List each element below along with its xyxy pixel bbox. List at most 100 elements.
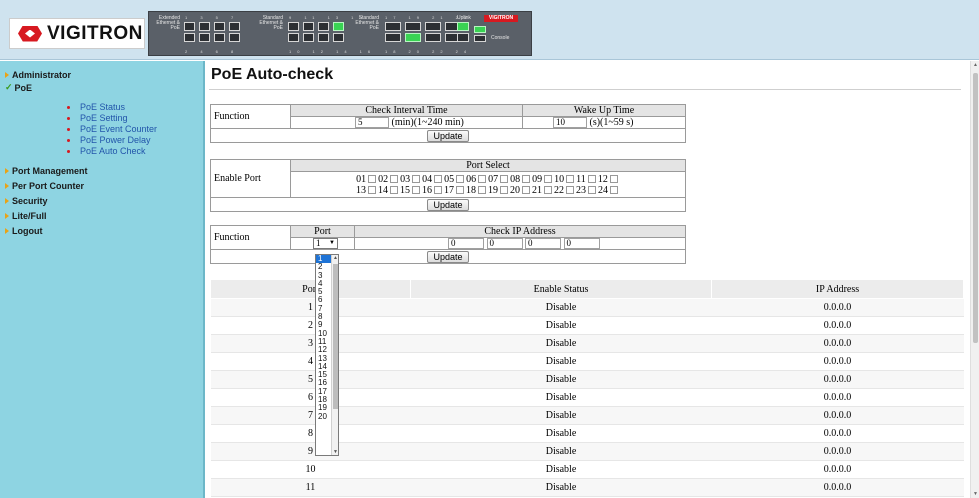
- bullet-icon: [67, 116, 70, 120]
- sidebar-subitem-poe-auto-check[interactable]: PoE Auto Check: [67, 146, 146, 156]
- arrow-icon: [5, 213, 9, 219]
- table-cell-ip: 0.0.0.0: [711, 298, 964, 317]
- sidebar-subitem-poe-event-counter[interactable]: PoE Event Counter: [67, 124, 157, 134]
- port-number-label: 10: [554, 173, 565, 185]
- scroll-up-icon[interactable]: ▲: [971, 62, 979, 68]
- port-checkbox[interactable]: [390, 174, 399, 183]
- panel-label-extended: Extended Ethernet & PoE: [156, 15, 180, 31]
- table-cell-ip: 0.0.0.0: [711, 334, 964, 353]
- table-cell-status: Disable: [410, 424, 712, 443]
- ip-octet-1-input[interactable]: 0: [448, 238, 484, 250]
- port-checkbox[interactable]: [544, 174, 553, 183]
- ip-octet-2-input[interactable]: 0: [486, 238, 523, 250]
- port-checkbox[interactable]: [587, 174, 596, 183]
- port-number-label: 17: [444, 184, 454, 196]
- table-cell-ip: 0.0.0.0: [711, 316, 964, 335]
- standard-port-group-2: [385, 22, 463, 42]
- scroll-up-icon[interactable]: ▲: [332, 255, 339, 261]
- port-checkbox[interactable]: [566, 174, 575, 183]
- table-row: 11 Disable 0.0.0.0: [210, 478, 964, 497]
- port-number-label: 04: [422, 173, 433, 185]
- port-led: [214, 22, 225, 31]
- interval-function-label: Function: [210, 103, 291, 130]
- port-number-label: 23: [576, 184, 586, 196]
- port-led: [214, 33, 225, 42]
- scroll-down-icon[interactable]: ▼: [332, 449, 339, 455]
- port-led: [184, 22, 195, 31]
- port-checkbox[interactable]: [566, 185, 574, 194]
- port-led: [405, 22, 421, 31]
- table-cell-port: 6: [210, 388, 411, 407]
- sidebar-item-security[interactable]: Security: [5, 196, 48, 206]
- port-checkbox[interactable]: [544, 185, 552, 194]
- ip-update-button[interactable]: Update: [427, 250, 469, 263]
- sidebar-subitem-poe-setting[interactable]: PoE Setting: [67, 113, 128, 123]
- page-scrollbar[interactable]: ▲ ▼: [970, 61, 979, 498]
- sidebar-item-port-management[interactable]: Port Management: [5, 166, 88, 176]
- sidebar-item-logout[interactable]: Logout: [5, 226, 43, 236]
- port-checkbox[interactable]: [456, 174, 465, 183]
- sidebar-item-poe[interactable]: ✓ PoE: [5, 82, 32, 93]
- port-led-active: [405, 33, 421, 42]
- port-checkbox[interactable]: [368, 185, 376, 194]
- switch-front-panel: Extended Ethernet & PoE 1 3 5 7 2 4 6 8 …: [148, 11, 532, 56]
- dropdown-scrollbar[interactable]: ▲ ▼: [331, 255, 338, 455]
- table-cell-port: 4: [210, 352, 411, 371]
- port-checkbox[interactable]: [412, 174, 421, 183]
- port-checkbox[interactable]: [434, 185, 442, 194]
- sidebar-item-per-port-counter[interactable]: Per Port Counter: [5, 181, 84, 191]
- port-dropdown-list[interactable]: 1 2 3 4 5 6 7 8 9 10 11 12 13 14 15 16 17 18 19 20 ▲ ▼: [315, 254, 339, 456]
- enable-update-button[interactable]: Update: [427, 198, 469, 211]
- port-checkbox[interactable]: [412, 185, 420, 194]
- sidebar-subitem-poe-status[interactable]: PoE Status: [67, 102, 125, 112]
- table-cell-status: Disable: [410, 478, 712, 497]
- table-cell-status: Disable: [410, 298, 712, 317]
- table-cell-status: Disable: [410, 370, 712, 389]
- ip-function-label: Function: [210, 224, 291, 251]
- scroll-thumb[interactable]: [973, 73, 978, 343]
- sidebar-item-label: Security: [12, 196, 48, 206]
- scroll-down-icon[interactable]: ▼: [971, 491, 979, 497]
- port-led-active: [457, 22, 469, 31]
- scroll-thumb[interactable]: [333, 264, 338, 409]
- table-cell-port: 3: [210, 334, 411, 353]
- port-checkbox[interactable]: [456, 185, 464, 194]
- interval-input[interactable]: 5: [355, 117, 389, 129]
- port-checkbox[interactable]: [500, 185, 508, 194]
- port-number-label: 21: [532, 184, 542, 196]
- port-checkbox[interactable]: [522, 174, 531, 183]
- sidebar-item-lite-full[interactable]: Lite/Full: [5, 211, 47, 221]
- port-dropdown[interactable]: 1 ▼: [313, 238, 338, 250]
- port-number-label: 05: [444, 173, 455, 185]
- port-checkbox[interactable]: [390, 185, 398, 194]
- ip-octet-3-input[interactable]: 0: [525, 238, 561, 250]
- port-checkbox[interactable]: [609, 174, 618, 183]
- bullet-icon: [67, 138, 70, 142]
- port-checkbox[interactable]: [478, 185, 486, 194]
- port-checkbox[interactable]: [434, 174, 443, 183]
- wake-input[interactable]: 10: [553, 117, 587, 129]
- sidebar-subitem-label: PoE Status: [80, 102, 126, 112]
- port-checkbox[interactable]: [588, 185, 596, 194]
- interval-cell: 5 (min)(1~240 min): [290, 115, 523, 130]
- port-checkbox[interactable]: [522, 185, 530, 194]
- table-cell-ip: 0.0.0.0: [711, 424, 964, 443]
- interval-update-button[interactable]: Update: [427, 129, 469, 142]
- sidebar-item-administrator[interactable]: Administrator: [5, 70, 71, 80]
- port-checkbox[interactable]: [500, 174, 509, 183]
- port-checkbox[interactable]: [478, 174, 487, 183]
- title-divider: [209, 89, 961, 90]
- column-header-enable-status: Enable Status: [410, 279, 712, 299]
- port-dropdown-value: 1: [316, 238, 321, 249]
- port-checkbox[interactable]: [368, 174, 377, 183]
- port-number-label: 06: [466, 173, 477, 185]
- port-number-label: 09: [532, 173, 543, 185]
- ip-octet-4-input[interactable]: 0: [563, 238, 600, 250]
- table-cell-ip: 0.0.0.0: [711, 388, 964, 407]
- port-led: [199, 33, 210, 42]
- port-led: [303, 33, 314, 42]
- port-checkbox[interactable]: [610, 185, 618, 194]
- sidebar-subitem-poe-power-delay[interactable]: PoE Power Delay: [67, 135, 151, 145]
- panel-brand-logo: VIGITRON: [484, 15, 518, 22]
- arrow-icon: [5, 183, 9, 189]
